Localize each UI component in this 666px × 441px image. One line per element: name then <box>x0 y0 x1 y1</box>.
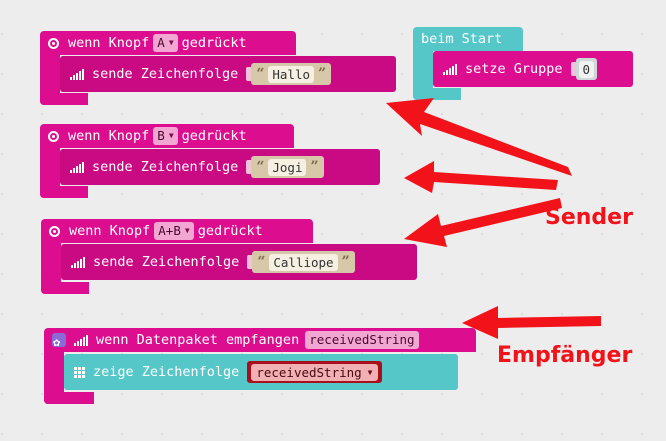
arrow-to-hallo <box>386 98 572 176</box>
receiver-label: Empfänger <box>497 343 633 368</box>
arrow-to-received <box>462 306 601 339</box>
arrow-to-calliope <box>404 198 562 247</box>
arrow-to-jogi <box>404 161 558 193</box>
sender-label: Sender <box>545 205 633 230</box>
